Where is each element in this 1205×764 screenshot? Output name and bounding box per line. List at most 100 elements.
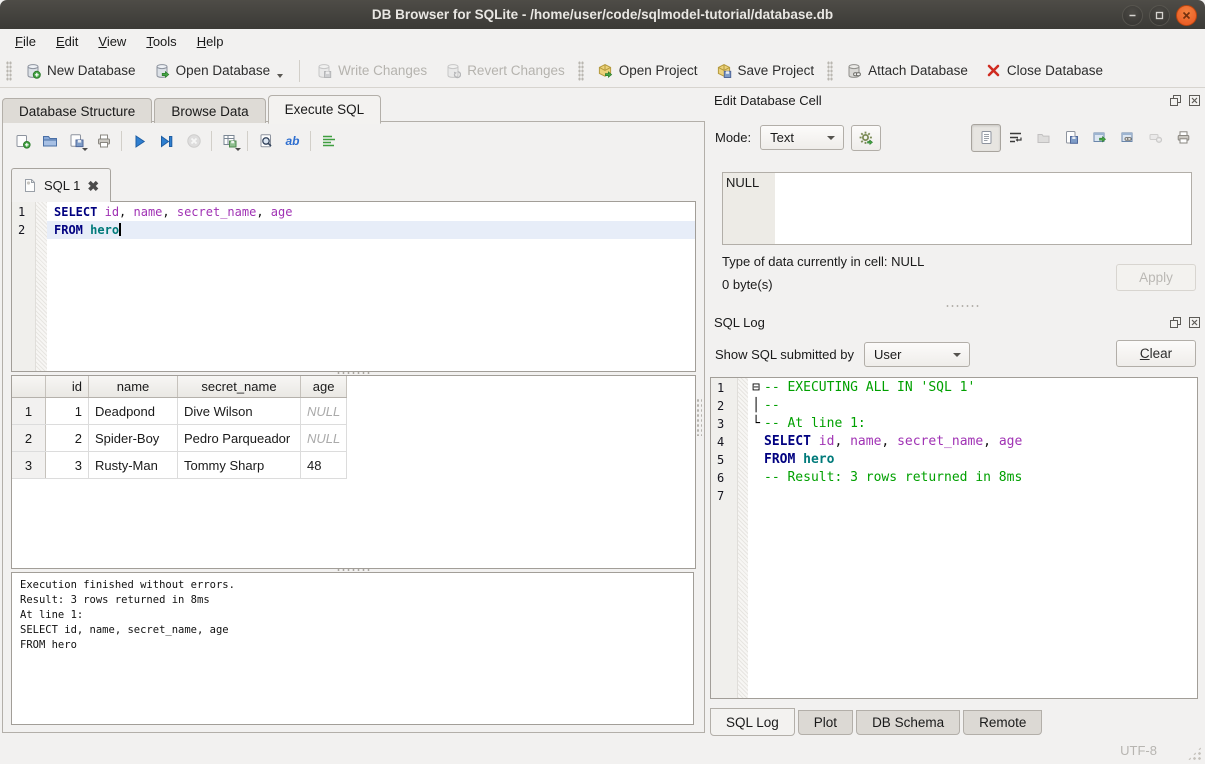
cell-age[interactable]: NULL	[301, 398, 347, 425]
statusbar: UTF-8	[0, 737, 1205, 764]
menu-tools[interactable]: Tools	[136, 31, 186, 52]
apply-button: Apply	[1116, 264, 1196, 291]
database-attach-icon	[846, 63, 862, 79]
find-button[interactable]	[252, 128, 279, 154]
cell-id[interactable]: 3	[46, 452, 89, 479]
print-cell-button[interactable]	[1169, 125, 1197, 151]
toolbar-separator	[299, 60, 300, 82]
open-database-dropdown-icon[interactable]	[277, 74, 283, 78]
menu-file[interactable]: File	[5, 31, 46, 52]
close-dock-button[interactable]	[1187, 315, 1201, 329]
resize-grip[interactable]	[1187, 746, 1202, 761]
stop-icon	[186, 133, 202, 149]
save-sql-dropdown-icon[interactable]	[82, 148, 88, 151]
titlebar[interactable]: DB Browser for SQLite - /home/user/code/…	[0, 0, 1205, 29]
edit-cell-dock-title: Edit Database Cell	[707, 92, 1201, 108]
cell-age[interactable]: 48	[301, 452, 347, 479]
results-grid[interactable]: id name secret_name age 1 1 Deadpond Div…	[11, 375, 696, 569]
sql-editor[interactable]: 1 2 SELECT id, name, secret_name, age FR…	[11, 201, 696, 372]
open-in-external-button[interactable]	[1085, 125, 1113, 151]
db-browser-window: DB Browser for SQLite - /home/user/code/…	[0, 0, 1205, 764]
save-sql-file-button[interactable]	[63, 128, 90, 154]
cell-secret-name[interactable]: Pedro Parqueador	[178, 425, 301, 452]
minimize-button[interactable]	[1122, 5, 1143, 26]
tab-db-schema[interactable]: DB Schema	[856, 710, 960, 735]
cell-name[interactable]: Deadpond	[89, 398, 178, 425]
gear-icon	[858, 130, 874, 146]
pane-splitter[interactable]	[696, 398, 702, 436]
close-tab-icon[interactable]: ✖	[87, 179, 99, 193]
execute-all-button[interactable]	[126, 128, 153, 154]
table-row[interactable]: 1 1 Deadpond Dive Wilson NULL	[12, 398, 347, 425]
copy-link-button[interactable]	[1113, 125, 1141, 151]
row-header[interactable]: 3	[12, 452, 46, 479]
tab-sql-log[interactable]: SQL Log	[710, 708, 795, 736]
table-row[interactable]: 2 2 Spider-Boy Pedro Parqueador NULL	[12, 425, 347, 452]
execute-sql-page: ab SQL 1 ✖ 1 2	[2, 121, 705, 733]
toolbar-drag-handle[interactable]	[578, 61, 584, 81]
tab-browse-data[interactable]: Browse Data	[154, 98, 265, 123]
open-project-button[interactable]: Open Project	[588, 59, 707, 83]
attach-database-button[interactable]: Attach Database	[837, 59, 977, 83]
save-results-dropdown-icon[interactable]	[235, 148, 241, 151]
tab-remote[interactable]: Remote	[963, 710, 1042, 735]
cell-id[interactable]: 2	[46, 425, 89, 452]
save-sql-file-icon	[69, 133, 85, 149]
cell-secret-name[interactable]: Dive Wilson	[178, 398, 301, 425]
editor-text-area[interactable]: SELECT id, name, secret_name, age FROM h…	[47, 202, 695, 371]
sql-log-view[interactable]: 1 2 3 4 5 6 7 ⊟-- EXECUTING ALL IN 'SQL …	[710, 377, 1198, 699]
column-header-id[interactable]: id	[46, 376, 89, 398]
cell-secret-name[interactable]: Tommy Sharp	[178, 452, 301, 479]
save-results-button[interactable]	[216, 128, 243, 154]
cell-word-wrap-button[interactable]	[1001, 125, 1029, 151]
maximize-button[interactable]	[1149, 5, 1170, 26]
cell-id[interactable]: 1	[46, 398, 89, 425]
tab-execute-sql[interactable]: Execute SQL	[268, 95, 382, 124]
sql-file-tab[interactable]: SQL 1 ✖	[11, 168, 111, 202]
open-database-button[interactable]: Open Database	[145, 59, 293, 83]
column-header-age[interactable]: age	[301, 376, 347, 398]
menu-edit[interactable]: Edit	[46, 31, 88, 52]
toolbar-drag-handle[interactable]	[827, 61, 833, 81]
cell-name[interactable]: Rusty-Man	[89, 452, 178, 479]
mode-select[interactable]: Text	[760, 125, 844, 150]
close-database-button[interactable]: Close Database	[977, 59, 1112, 82]
row-header[interactable]: 1	[12, 398, 46, 425]
auto-switch-mode-button[interactable]	[851, 125, 881, 151]
tab-plot[interactable]: Plot	[798, 710, 853, 735]
print-sql-button[interactable]	[90, 128, 117, 154]
execute-line-button[interactable]	[153, 128, 180, 154]
cell-text-mode-button[interactable]	[971, 124, 1001, 152]
float-dock-icon	[1169, 316, 1182, 329]
close-dock-button[interactable]	[1187, 93, 1201, 107]
new-sql-tab-button[interactable]	[9, 128, 36, 154]
cell-name[interactable]: Spider-Boy	[89, 425, 178, 452]
float-dock-button[interactable]	[1168, 93, 1182, 107]
toolbar-drag-handle[interactable]	[6, 61, 12, 81]
editor-line-numbers: 1 2	[12, 202, 36, 371]
close-window-button[interactable]	[1176, 5, 1197, 26]
log-source-select[interactable]: User	[864, 342, 970, 367]
float-dock-button[interactable]	[1168, 315, 1182, 329]
row-header[interactable]: 2	[12, 425, 46, 452]
column-header-name[interactable]: name	[89, 376, 178, 398]
find-icon	[258, 133, 274, 149]
menu-help[interactable]: Help	[187, 31, 234, 52]
cell-editor[interactable]: NULL	[722, 172, 1192, 245]
new-database-button[interactable]: New Database	[16, 59, 145, 83]
menu-view[interactable]: View	[88, 31, 136, 52]
fold-marker-icon[interactable]: ⊟	[748, 379, 764, 397]
table-row[interactable]: 3 3 Rusty-Man Tommy Sharp 48	[12, 452, 347, 479]
link-icon	[1120, 130, 1135, 145]
log-margin	[738, 378, 748, 698]
align-button[interactable]	[315, 128, 342, 154]
export-cell-data-button[interactable]	[1057, 125, 1085, 151]
cell-age[interactable]: NULL	[301, 425, 347, 452]
open-sql-file-button[interactable]	[36, 128, 63, 154]
save-project-button[interactable]: Save Project	[707, 59, 824, 83]
clear-log-button[interactable]: Clear	[1116, 340, 1196, 367]
format-sql-button[interactable]: ab	[279, 128, 306, 154]
tab-database-structure[interactable]: Database Structure	[2, 98, 152, 123]
column-header-secret-name[interactable]: secret_name	[178, 376, 301, 398]
dock-splitter[interactable]	[945, 304, 981, 309]
